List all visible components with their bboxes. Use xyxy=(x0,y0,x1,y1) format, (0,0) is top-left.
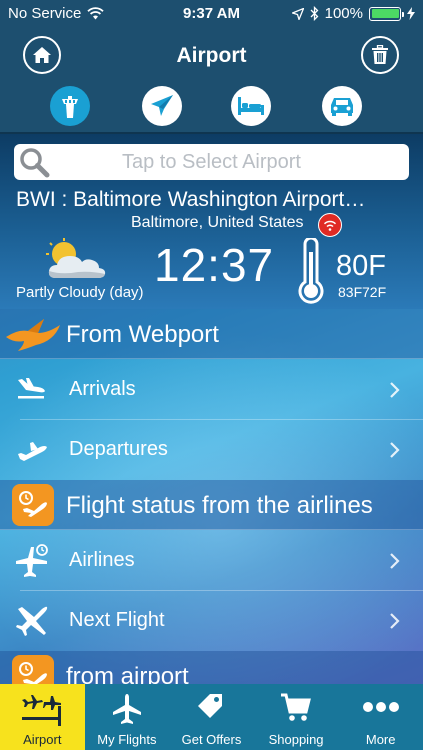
main-content: Tap to Select Airport BWI : Baltimore Wa… xyxy=(0,134,423,684)
bottom-tab-bar: Airport My Flights Get Offers Shopping M… xyxy=(0,684,423,750)
list-item-arrivals[interactable]: Arrivals xyxy=(0,360,423,420)
tab-label: Shopping xyxy=(268,732,324,747)
plane-clock-icon xyxy=(16,544,48,577)
tab-more[interactable]: More xyxy=(338,684,423,750)
list-item-label: Next Flight xyxy=(69,609,165,631)
section-header-from-webport: From Webport xyxy=(0,309,423,359)
plane-icon xyxy=(16,606,48,636)
bluetooth-icon xyxy=(310,6,319,21)
local-time: 12:37 xyxy=(154,239,275,291)
delete-button[interactable] xyxy=(361,36,399,74)
tab-airport-category[interactable] xyxy=(50,86,90,126)
partly-cloudy-icon xyxy=(46,238,106,278)
tab-label: Airport xyxy=(23,732,62,747)
airport-weather-panel: Tap to Select Airport BWI : Baltimore Wa… xyxy=(0,134,423,309)
chevron-right-icon xyxy=(390,553,400,569)
control-tower-icon xyxy=(62,96,78,118)
airport-search-field[interactable]: Tap to Select Airport xyxy=(14,144,409,180)
paper-plane-icon xyxy=(151,95,173,116)
search-placeholder: Tap to Select Airport xyxy=(122,151,301,173)
list-item-label: Departures xyxy=(69,438,168,460)
flight-clock-icon xyxy=(19,662,47,684)
navigation-bar: Airport xyxy=(0,28,423,84)
tab-cars-category[interactable] xyxy=(322,86,362,126)
charging-icon xyxy=(407,7,415,20)
tag-icon xyxy=(198,694,223,718)
battery-percent: 100% xyxy=(324,5,363,22)
tab-hotels-category[interactable] xyxy=(231,86,271,126)
high-temperature: 83F xyxy=(338,284,363,300)
wifi-signal-icon xyxy=(323,220,337,231)
list-item-label: Airlines xyxy=(69,549,135,571)
flight-clock-icon xyxy=(19,491,47,517)
list-item-airlines[interactable]: Airlines xyxy=(0,531,423,591)
tab-label: My Flights xyxy=(97,732,157,747)
tab-label: Get Offers xyxy=(181,732,242,747)
airport-name: BWI : Baltimore Washington Airport… xyxy=(16,188,366,211)
airport-icon xyxy=(22,695,62,726)
bed-icon xyxy=(238,97,264,115)
status-right: 100% xyxy=(291,5,415,22)
battery-fill xyxy=(371,9,399,18)
location-arrow-icon xyxy=(291,7,304,20)
from-airport-tile xyxy=(12,655,54,684)
low-temperature: 72F xyxy=(362,284,387,300)
plane-landing-icon xyxy=(18,378,45,399)
tab-flights-category[interactable] xyxy=(142,86,182,126)
tab-shopping[interactable]: Shopping xyxy=(254,684,339,750)
chevron-right-icon xyxy=(390,442,400,458)
section-header-from-airport: from airport xyxy=(0,651,423,684)
trash-icon xyxy=(372,45,388,64)
tab-airport[interactable]: Airport xyxy=(0,684,85,750)
status-bar: No Service 9:37 AM 100% xyxy=(0,0,423,28)
page-title: Airport xyxy=(176,44,247,67)
tab-label: More xyxy=(365,732,396,747)
weather-description: Partly Cloudy (day) xyxy=(16,284,144,301)
list-item-label: Arrivals xyxy=(69,378,136,400)
section-title: Flight status from the airlines xyxy=(66,492,373,519)
bird-logo-icon xyxy=(6,319,60,351)
chevron-right-icon xyxy=(390,613,400,629)
more-dots-icon xyxy=(362,702,399,712)
flight-status-tile xyxy=(12,484,54,526)
section-title: from airport xyxy=(66,663,189,684)
car-icon xyxy=(331,98,353,116)
section-header-flight-status: Flight status from the airlines xyxy=(0,480,423,530)
wifi-badge[interactable] xyxy=(318,213,342,237)
current-temperature: 80F xyxy=(336,250,386,282)
chevron-right-icon xyxy=(390,382,400,398)
plane-icon xyxy=(112,694,141,724)
tab-get-offers[interactable]: Get Offers xyxy=(169,684,254,750)
list-item-departures[interactable]: Departures xyxy=(0,420,423,480)
cart-icon xyxy=(281,693,311,721)
tab-my-flights[interactable]: My Flights xyxy=(85,684,170,750)
category-tab-strip xyxy=(0,84,423,134)
thermometer-icon xyxy=(298,238,324,304)
battery-icon xyxy=(369,6,404,21)
plane-takeoff-icon xyxy=(18,442,47,461)
airport-city: Baltimore, United States xyxy=(131,214,304,231)
section-title: From Webport xyxy=(66,321,219,348)
list-item-next-flight[interactable]: Next Flight xyxy=(0,591,423,651)
